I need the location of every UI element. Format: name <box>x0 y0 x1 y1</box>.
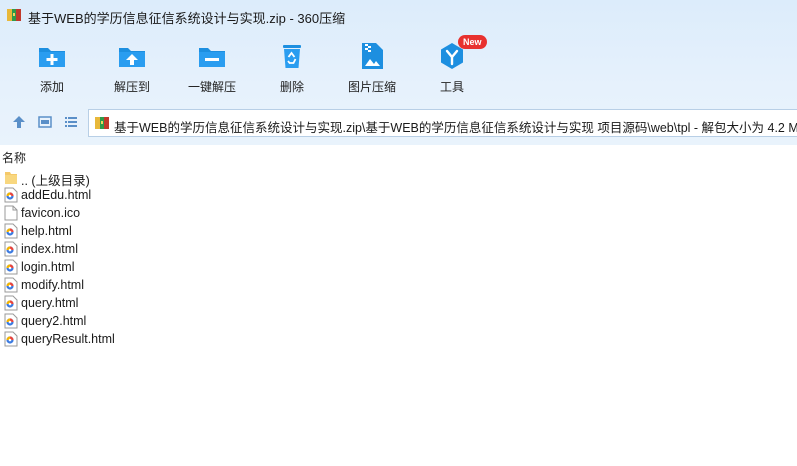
up-arrow-icon[interactable] <box>11 114 27 130</box>
one-click-extract-icon <box>199 48 225 67</box>
list-item[interactable]: query2.html <box>0 312 200 330</box>
list-item[interactable]: modify.html <box>0 276 200 294</box>
address-path: 基于WEB的学历信息征信系统设计与实现.zip\基于WEB的学历信息征信系统设计… <box>114 121 797 135</box>
file-name: queryResult.html <box>21 332 115 346</box>
html-file-icon <box>4 295 18 311</box>
image-compress-icon <box>362 43 383 69</box>
html-file-icon <box>4 331 18 347</box>
extract-to-label: 解压到 <box>113 80 150 94</box>
file-name: help.html <box>21 224 72 238</box>
tools-button[interactable]: New 工具 <box>414 35 490 98</box>
title-bar: 基于WEB的学历信息征信系统设计与实现.zip - 360压缩 <box>0 0 797 30</box>
extract-to-icon <box>119 48 145 67</box>
list-item-parent-folder[interactable]: .. (上级目录) <box>0 168 200 188</box>
delete-button[interactable]: 删除 <box>254 38 330 98</box>
address-bar: 基于WEB的学历信息征信系统设计与实现.zip\基于WEB的学历信息征信系统设计… <box>0 104 797 140</box>
html-file-icon <box>4 277 18 293</box>
image-compress-label: 图片压缩 <box>347 80 396 94</box>
archive-icon <box>95 117 109 129</box>
list-item[interactable]: addEdu.html <box>0 186 200 204</box>
new-badge: New <box>458 35 487 49</box>
add-button[interactable]: 添加 <box>14 38 90 98</box>
one-click-extract-label: 一键解压 <box>187 80 236 94</box>
add-folder-icon <box>39 48 65 67</box>
file-name: index.html <box>21 242 78 256</box>
file-name: addEdu.html <box>21 188 92 202</box>
column-header-name[interactable]: 名称 <box>0 149 797 165</box>
thumbnail-view-icon[interactable] <box>37 114 53 130</box>
extract-to-button[interactable]: 解压到 <box>94 38 170 98</box>
image-compress-button[interactable]: 图片压缩 <box>334 38 410 98</box>
file-name: favicon.ico <box>21 206 81 220</box>
generic-file-icon <box>4 205 18 221</box>
html-file-icon <box>4 313 18 329</box>
tools-label: 工具 <box>439 80 464 94</box>
html-file-icon <box>4 223 18 239</box>
list-item[interactable]: login.html <box>0 258 200 276</box>
html-file-icon <box>4 187 18 203</box>
file-name: modify.html <box>21 278 84 292</box>
file-name: login.html <box>21 260 75 274</box>
list-item[interactable]: favicon.ico <box>0 204 200 222</box>
list-view-icon[interactable] <box>63 114 79 130</box>
one-click-extract-button[interactable]: 一键解压 <box>174 38 250 98</box>
list-item[interactable]: help.html <box>0 222 200 240</box>
window-chrome: 基于WEB的学历信息征信系统设计与实现.zip - 360压缩 添加 解压到 一… <box>0 0 797 145</box>
toolbar: 添加 解压到 一键解压 删除 图片压缩 New 工具 <box>0 30 797 100</box>
address-field[interactable]: 基于WEB的学历信息征信系统设计与实现.zip\基于WEB的学历信息征信系统设计… <box>88 109 797 137</box>
file-name: query2.html <box>21 314 87 328</box>
html-file-icon <box>4 259 18 275</box>
column-name-label: 名称 <box>2 151 27 165</box>
file-name: query.html <box>21 296 79 310</box>
window-title: 基于WEB的学历信息征信系统设计与实现.zip - 360压缩 <box>28 11 346 26</box>
list-item[interactable]: queryResult.html <box>0 330 200 348</box>
folder-icon <box>5 172 17 184</box>
list-item[interactable]: query.html <box>0 294 200 312</box>
archive-icon <box>7 9 21 21</box>
list-item[interactable]: index.html <box>0 240 200 258</box>
recycle-bin-icon <box>283 45 301 68</box>
delete-label: 删除 <box>279 80 304 94</box>
add-label: 添加 <box>39 80 64 94</box>
html-file-icon <box>4 241 18 257</box>
